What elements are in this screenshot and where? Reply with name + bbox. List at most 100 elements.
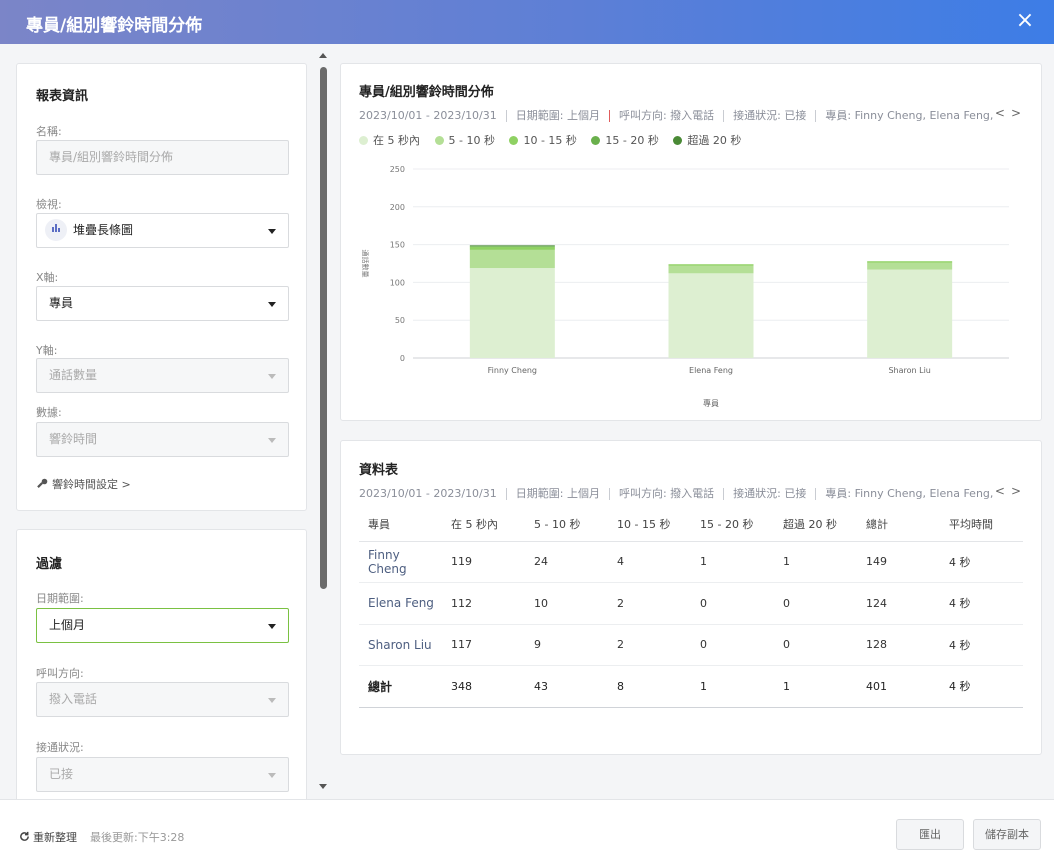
- bar-segment: [469, 249, 555, 269]
- x-axis-select[interactable]: 專員: [36, 286, 289, 321]
- data-table-panel: 資料表 2023/10/01 - 2023/10/31 日期範圍: 上個月 呼叫方向…: [340, 440, 1042, 755]
- y-tick-label: 100: [390, 278, 405, 287]
- summary-date-range: 日期範圍: 上個月: [515, 487, 600, 500]
- name-input-placeholder: 專員/組別響鈴時間分佈: [49, 150, 174, 164]
- legend-label: 10 - 15 秒: [523, 134, 577, 147]
- chart-summary-nav: <>: [995, 106, 1027, 120]
- refresh-button[interactable]: 重新整理: [19, 829, 77, 845]
- date-range-select[interactable]: 上個月: [36, 608, 289, 643]
- bar-segment: [469, 246, 555, 250]
- y-tick-label: 50: [395, 316, 405, 325]
- filter-heading: 過濾: [36, 557, 63, 572]
- legend-item[interactable]: 15 - 20 秒: [591, 132, 659, 148]
- close-icon[interactable]: ×: [1010, 6, 1040, 36]
- agent-name-cell: Sharon Liu: [359, 624, 442, 666]
- chart-title: 專員/組別響鈴時間分佈: [359, 85, 494, 100]
- table-cell: 149: [857, 541, 940, 583]
- table-cell: 9: [525, 624, 608, 666]
- ring-time-settings-link[interactable]: 響鈴時間設定 >: [36, 476, 131, 493]
- table-cell: 1: [691, 665, 774, 708]
- table-cell: 2: [608, 582, 691, 625]
- view-select-value: 堆疊長條圖: [73, 223, 134, 237]
- view-label: 檢視:: [36, 198, 62, 211]
- scroll-down-icon[interactable]: [319, 784, 327, 789]
- summary-status: 接通狀況: 已接: [733, 109, 807, 122]
- report-info-panel: 報表資訊 名稱: 專員/組別響鈴時間分佈 檢視: 堆疊長條圖 X軸: 專員 Y軸…: [16, 63, 307, 511]
- summary-date: 2023/10/01 - 2023/10/31: [359, 487, 497, 500]
- status-value: 已接: [49, 767, 74, 781]
- agent-name-cell: Finny Cheng: [359, 541, 442, 583]
- date-range-value: 上個月: [49, 618, 86, 632]
- direction-label: 呼叫方向:: [36, 667, 84, 680]
- table-cell: 348: [442, 665, 525, 708]
- column-header: 5 - 10 秒: [525, 507, 608, 542]
- save-copy-button[interactable]: 儲存副本: [973, 819, 1041, 850]
- direction-select[interactable]: 撥入電話: [36, 682, 289, 717]
- table-cell: 4: [608, 541, 691, 583]
- y-axis-select[interactable]: 通話數量: [36, 358, 289, 393]
- x-axis-label: X軸:: [36, 271, 59, 284]
- data-select[interactable]: 響鈴時間: [36, 422, 289, 457]
- export-button[interactable]: 匯出: [896, 819, 964, 850]
- chevron-left-icon[interactable]: <: [995, 106, 1011, 120]
- x-tick-label: Elena Feng: [689, 366, 733, 375]
- chevron-down-icon: [268, 698, 276, 703]
- table-cell: 112: [442, 582, 525, 625]
- table-cell: 0: [774, 624, 857, 666]
- agent-name-cell: Elena Feng: [359, 582, 442, 625]
- table-row: Elena Feng 112 10 2 0 0 124 4 秒: [359, 582, 1023, 625]
- legend-item[interactable]: 10 - 15 秒: [509, 132, 577, 148]
- table-row: Sharon Liu 117 9 2 0 0 128 4 秒: [359, 624, 1023, 666]
- legend-item[interactable]: 在 5 秒內: [359, 132, 420, 148]
- bar-segment: [867, 261, 953, 263]
- chevron-left-icon[interactable]: <: [995, 484, 1011, 498]
- chevron-down-icon: [268, 229, 276, 234]
- scroll-up-icon[interactable]: [319, 53, 327, 58]
- bar-segment: [867, 262, 953, 270]
- status-label: 接通狀況:: [36, 741, 84, 754]
- ring-time-settings-label: 響鈴時間設定 >: [52, 478, 131, 491]
- dialog-title: 專員/組別響鈴時間分佈: [26, 16, 203, 36]
- summary-direction: 呼叫方向: 撥入電話: [618, 487, 715, 500]
- table-row: Finny Cheng 119 24 4 1 1 149 4 秒: [359, 541, 1023, 583]
- chevron-down-icon: [268, 438, 276, 443]
- x-axis-title: 專員: [703, 398, 719, 408]
- table-cell: 1: [774, 665, 857, 708]
- bar-segment: [469, 245, 555, 247]
- legend-item[interactable]: 5 - 10 秒: [434, 132, 495, 148]
- last-update-text: 最後更新:下午3:28: [90, 831, 185, 844]
- legend-label: 5 - 10 秒: [448, 134, 495, 147]
- legend-label: 超過 20 秒: [687, 134, 742, 147]
- bar-segment: [668, 265, 754, 274]
- name-input[interactable]: 專員/組別響鈴時間分佈: [36, 140, 289, 175]
- view-select[interactable]: 堆疊長條圖: [36, 213, 289, 248]
- direction-value: 撥入電話: [49, 692, 98, 706]
- summary-status: 接通狀況: 已接: [733, 487, 807, 500]
- legend-item[interactable]: 超過 20 秒: [673, 132, 741, 148]
- date-range-label: 日期範圍:: [36, 592, 84, 605]
- data-label: 數據:: [36, 406, 62, 419]
- summary-agents: 專員: Finny Cheng, Elena Feng, Sharon Liu: [825, 487, 995, 500]
- table-cell: 4 秒: [940, 624, 1023, 666]
- y-axis-select-value: 通話數量: [49, 368, 98, 382]
- column-header: 平均時間: [940, 507, 1023, 542]
- bar-segment: [668, 264, 754, 266]
- column-header: 在 5 秒內: [442, 507, 525, 542]
- report-info-heading: 報表資訊: [36, 89, 89, 104]
- table-cell: 4 秒: [940, 665, 1023, 708]
- chart-summary: 2023/10/01 - 2023/10/31 日期範圍: 上個月 呼叫方向: 撥入…: [359, 107, 995, 123]
- x-tick-label: Finny Cheng: [488, 366, 537, 375]
- column-header: 專員: [359, 507, 442, 542]
- table-cell: 1: [774, 541, 857, 583]
- chevron-right-icon[interactable]: >: [1011, 106, 1027, 120]
- scrollbar-thumb[interactable]: [320, 67, 327, 589]
- table-cell: 0: [691, 624, 774, 666]
- chevron-right-icon[interactable]: >: [1011, 484, 1027, 498]
- x-tick-label: Sharon Liu: [888, 366, 930, 375]
- filter-panel: 過濾 日期範圍: 上個月 呼叫方向: 撥入電話 接通狀況: 已接: [16, 529, 307, 809]
- table-summary-nav: <>: [995, 484, 1027, 498]
- table-cell: 124: [857, 582, 940, 625]
- status-select[interactable]: 已接: [36, 757, 289, 792]
- chart-legend: 在 5 秒內 5 - 10 秒 10 - 15 秒 15 - 20 秒 超過 2…: [359, 132, 752, 148]
- dialog-header: 專員/組別響鈴時間分佈 ×: [0, 0, 1054, 44]
